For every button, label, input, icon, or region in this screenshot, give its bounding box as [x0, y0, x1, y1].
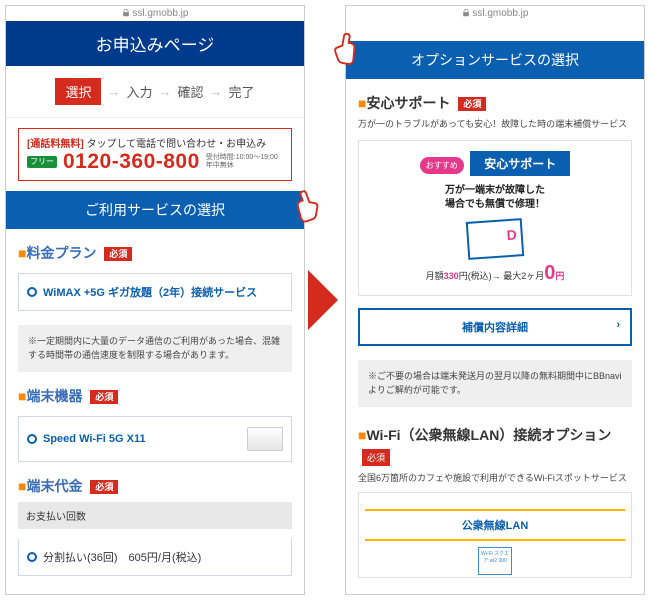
url-bar: ssl.gmobb.jp	[6, 6, 304, 21]
pay-count-header: お支払い回数	[18, 502, 292, 529]
left-screen: ssl.gmobb.jp お申込みページ 選択 → 入力 → 確認 → 完了 […	[5, 5, 305, 595]
device-image	[247, 427, 283, 451]
wifi-option-box: 公衆無線LAN Wi-Fi スクエア wi2 300	[358, 492, 632, 578]
step-confirm: 確認	[178, 82, 204, 101]
tap-text: タップして電話で問い合わせ・お申込み	[86, 139, 266, 150]
lock-icon	[122, 9, 130, 17]
lan-header: 公衆無線LAN	[365, 509, 625, 541]
page-title: お申込みページ	[6, 21, 304, 66]
arrow-icon: →	[210, 84, 223, 99]
anshin-sub: 万が一のトラブルがあっても安心！故障した時の端末補償サービス	[358, 117, 632, 130]
wifi-title: ■Wi-Fi（公衆無線LAN）接続オプション	[358, 425, 632, 445]
radio-icon	[27, 434, 37, 444]
right-screen: ssl.gmobb.jp オプションサービスの選択 ■安心サポート 必須 万が一…	[345, 5, 645, 595]
pointer-hand-icon	[323, 25, 367, 69]
promo-name: 安心サポート	[470, 151, 570, 176]
freedial-icon: フリー	[27, 156, 57, 168]
phone-number: 0120-360-800	[63, 150, 200, 174]
price-title: ■端末代金 必須	[18, 476, 292, 496]
section-header-option: オプションサービスの選択	[346, 41, 644, 79]
required-badge: 必須	[90, 390, 118, 404]
price-option[interactable]: 分割払い(36回) 605円/月(税込)	[18, 539, 292, 576]
anshin-promo: おすすめ 安心サポート 万が一端末が故障した場合でも無償で修理！ 月額330円(…	[358, 140, 632, 296]
lock-icon	[462, 9, 470, 17]
step-done: 完了	[229, 82, 255, 101]
free-label: [通話料無料]	[27, 139, 84, 150]
transition-arrow-icon	[308, 270, 338, 330]
phone-line1: [通話料無料] タップして電話で問い合わせ・お申込み	[27, 135, 283, 150]
required-badge: 必須	[458, 97, 486, 111]
url-text: ssl.gmobb.jp	[472, 8, 528, 19]
anshin-title: ■安心サポート 必須	[358, 93, 632, 113]
required-badge: 必須	[90, 480, 118, 494]
url-bar: ssl.gmobb.jp	[346, 6, 644, 21]
url-text: ssl.gmobb.jp	[132, 8, 188, 19]
radio-icon	[27, 287, 37, 297]
device-option[interactable]: Speed Wi-Fi 5G X11	[18, 416, 292, 462]
radio-icon	[27, 552, 37, 562]
price-option-label: 分割払い(36回) 605円/月(税込)	[43, 549, 201, 565]
plan-option-label: WiMAX +5G ギガ放題（2年）接続サービス	[43, 284, 257, 300]
plan-note: ※一定期間内に大量のデータ通信のご利用があった場合、混雑する時間帯の通信速度を制…	[18, 325, 292, 372]
section-header-service: ご利用サービスの選択	[6, 191, 304, 229]
step-current: 選択	[55, 78, 101, 105]
anshin-note: ※ご不要の場合は端末発送月の翌月以降の無料期間中にBBnaviよりご解約が可能で…	[358, 360, 632, 407]
plan-title: ■料金プラン 必須	[18, 243, 292, 263]
promo-price: 月額330円(税込)→ 最大2ヶ月0円	[365, 262, 625, 285]
required-badge: 必須	[362, 449, 390, 466]
required-badge: 必須	[104, 247, 132, 261]
promo-msg: 万が一端末が故障した場合でも無償で修理！	[365, 184, 625, 212]
detail-button[interactable]: 補償内容詳細	[358, 308, 632, 346]
arrow-icon: →	[159, 84, 172, 99]
device-title: ■端末機器 必須	[18, 386, 292, 406]
progress-steps: 選択 → 入力 → 確認 → 完了	[6, 66, 304, 118]
step-input: 入力	[126, 82, 152, 101]
phone-hours: 受付時間:10:00〜19:00年中無休	[206, 154, 278, 171]
arrow-icon: →	[107, 84, 120, 99]
device-option-label: Speed Wi-Fi 5G X11	[43, 433, 146, 445]
wifi-square-logo: Wi-Fi スクエア wi2 300	[478, 547, 512, 575]
plan-option[interactable]: WiMAX +5G ギガ放題（2年）接続サービス	[18, 273, 292, 311]
device-illustration	[466, 218, 525, 260]
wifi-sub: 全国6万箇所のカフェや施設で利用ができるWi-Fiスポットサービス	[358, 471, 632, 484]
phone-box[interactable]: [通話料無料] タップして電話で問い合わせ・お申込み フリー 0120-360-…	[18, 128, 292, 181]
recommend-badge: おすすめ	[420, 157, 464, 174]
